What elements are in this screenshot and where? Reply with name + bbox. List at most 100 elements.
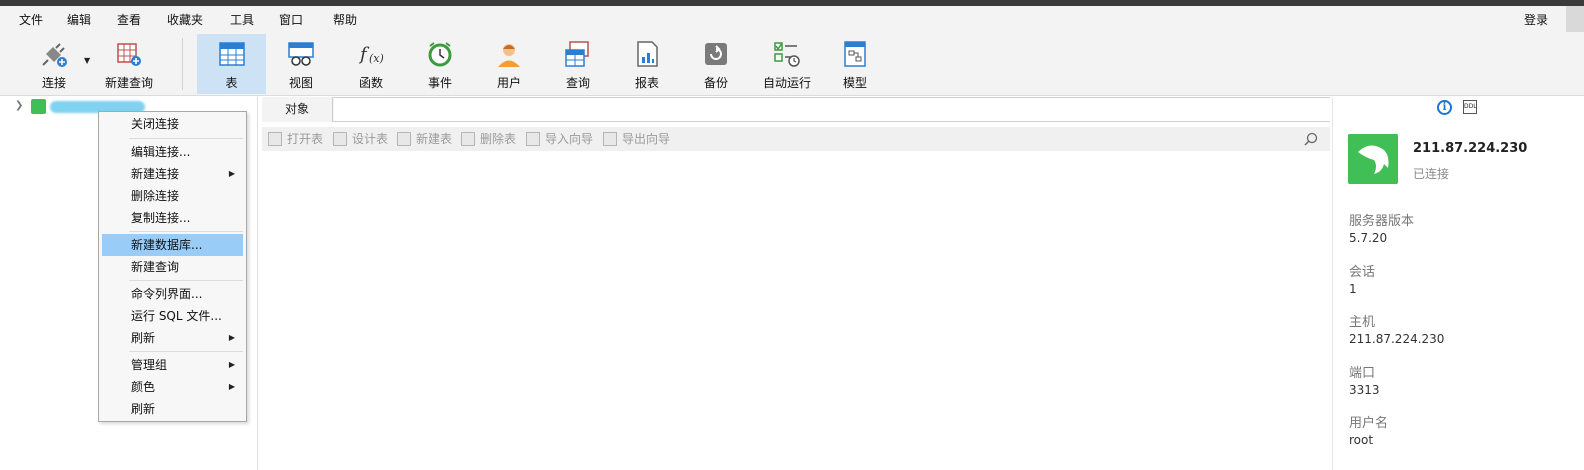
menu-help[interactable]: 帮助 bbox=[333, 11, 357, 28]
event-label: 事件 bbox=[427, 76, 452, 90]
prop-key-username: 用户名 bbox=[1349, 416, 1389, 431]
delete-table-icon bbox=[461, 132, 475, 146]
submenu-arrow-icon: ▶ bbox=[228, 382, 235, 391]
export-wizard-button[interactable]: 导出向导 bbox=[603, 131, 670, 147]
query-icon bbox=[565, 41, 589, 67]
context-menu: 关闭连接 编辑连接... 新建连接 ▶ 删除连接 复制连接... 新建数据库...… bbox=[98, 111, 247, 422]
design-table-button[interactable]: 设计表 bbox=[333, 131, 388, 147]
tab-objects[interactable]: 对象 bbox=[262, 97, 333, 122]
plug-icon bbox=[42, 43, 67, 67]
ctx-separator bbox=[129, 280, 243, 281]
mysql-connection-icon bbox=[31, 99, 46, 114]
ctx-new-connection[interactable]: 新建连接 ▶ bbox=[102, 163, 243, 185]
login-button[interactable]: 登录 bbox=[1524, 11, 1548, 28]
table-icon bbox=[218, 42, 245, 66]
user-label: 用户 bbox=[496, 76, 521, 90]
ctx-manage-group[interactable]: 管理组 ▶ bbox=[102, 354, 243, 376]
view-button[interactable]: 视图 bbox=[270, 34, 332, 94]
backup-button[interactable]: 备份 bbox=[685, 34, 747, 94]
export-icon bbox=[603, 132, 617, 146]
clock-icon bbox=[428, 42, 452, 67]
main-toolbar: 连接 ▼ 新建查询 表 视图 f (x) 函数 事件 用户 查询 报表 备份 自… bbox=[0, 32, 1584, 96]
open-table-icon bbox=[268, 132, 282, 146]
submenu-arrow-icon: ▶ bbox=[228, 360, 235, 369]
host-title: 211.87.224.230 bbox=[1413, 141, 1528, 156]
chevron-right-icon[interactable]: ❯ bbox=[15, 100, 23, 111]
toolbar-separator bbox=[182, 38, 183, 90]
query-label: 查询 bbox=[565, 76, 590, 90]
delete-table-button[interactable]: 删除表 bbox=[461, 131, 516, 147]
menu-window[interactable]: 窗口 bbox=[279, 11, 303, 28]
svg-text:(x): (x) bbox=[369, 52, 384, 65]
object-toolbar: 打开表 设计表 新建表 删除表 导入向导 导出向导 bbox=[262, 127, 1330, 151]
model-button[interactable]: 模型 bbox=[824, 34, 886, 94]
ctx-run-sql-file[interactable]: 运行 SQL 文件... bbox=[102, 305, 243, 327]
prop-value-host: 211.87.224.230 bbox=[1349, 332, 1445, 346]
new-query-button[interactable]: 新建查询 bbox=[98, 34, 160, 94]
submenu-arrow-icon: ▶ bbox=[228, 169, 235, 178]
avatar[interactable] bbox=[1566, 6, 1584, 32]
new-table-icon bbox=[397, 132, 411, 146]
user-button[interactable]: 用户 bbox=[478, 34, 540, 94]
ctx-copy-connection[interactable]: 复制连接... bbox=[102, 207, 243, 229]
backup-icon bbox=[705, 43, 727, 65]
ctx-new-database[interactable]: 新建数据库... bbox=[102, 234, 243, 256]
user-icon bbox=[498, 44, 520, 67]
ctx-edit-connection[interactable]: 编辑连接... bbox=[102, 141, 243, 163]
menu-favorites[interactable]: 收藏夹 bbox=[167, 11, 203, 28]
tab-strip-empty bbox=[334, 97, 1330, 121]
open-table-button[interactable]: 打开表 bbox=[268, 131, 323, 147]
report-label: 报表 bbox=[634, 76, 659, 90]
automation-label: 自动运行 bbox=[762, 76, 811, 90]
prop-key-server-version: 服务器版本 bbox=[1349, 214, 1415, 229]
menu-edit[interactable]: 编辑 bbox=[67, 11, 91, 28]
function-label: 函数 bbox=[358, 76, 383, 90]
connect-button[interactable]: 连接 bbox=[24, 34, 84, 94]
prop-value-server-version: 5.7.20 bbox=[1349, 231, 1388, 245]
mysql-dolphin-icon bbox=[1348, 134, 1398, 184]
menu-view[interactable]: 查看 bbox=[117, 11, 141, 28]
ctx-new-query[interactable]: 新建查询 bbox=[102, 256, 243, 278]
ctx-separator bbox=[129, 138, 243, 139]
ctx-color[interactable]: 颜色 ▶ bbox=[102, 376, 243, 398]
table-button[interactable]: 表 bbox=[197, 34, 266, 94]
query-button[interactable]: 查询 bbox=[547, 34, 609, 94]
ctx-separator bbox=[129, 351, 243, 352]
ctx-command-line[interactable]: 命令列界面... bbox=[102, 283, 243, 305]
connect-label: 连接 bbox=[41, 76, 66, 90]
ctx-refresh-sub[interactable]: 刷新 ▶ bbox=[102, 327, 243, 349]
event-button[interactable]: 事件 bbox=[409, 34, 471, 94]
menu-file[interactable]: 文件 bbox=[19, 11, 43, 28]
import-icon bbox=[526, 132, 540, 146]
model-label: 模型 bbox=[842, 76, 867, 90]
view-label: 视图 bbox=[288, 76, 313, 90]
automation-icon bbox=[774, 42, 800, 67]
model-icon bbox=[844, 41, 866, 67]
report-button[interactable]: 报表 bbox=[616, 34, 678, 94]
objects-pane: 对象 打开表 设计表 新建表 删除表 导入向导 导出向导 bbox=[262, 97, 1330, 470]
function-icon: f (x) bbox=[358, 44, 384, 65]
info-icon[interactable]: i bbox=[1437, 100, 1452, 115]
submenu-arrow-icon: ▶ bbox=[228, 333, 235, 342]
prop-value-port: 3313 bbox=[1349, 383, 1380, 397]
ctx-refresh[interactable]: 刷新 bbox=[102, 398, 243, 420]
design-table-icon bbox=[333, 132, 347, 146]
report-icon bbox=[637, 41, 658, 67]
prop-key-host: 主机 bbox=[1349, 315, 1376, 330]
connect-dropdown-icon[interactable]: ▼ bbox=[84, 56, 90, 65]
backup-label: 备份 bbox=[703, 76, 728, 90]
ctx-delete-connection[interactable]: 删除连接 bbox=[102, 185, 243, 207]
import-wizard-button[interactable]: 导入向导 bbox=[526, 131, 593, 147]
new-query-label: 新建查询 bbox=[104, 76, 153, 90]
prop-value-username: root bbox=[1349, 433, 1374, 447]
prop-value-sessions: 1 bbox=[1349, 282, 1357, 296]
ddl-icon[interactable]: DDL bbox=[1463, 100, 1477, 114]
function-button[interactable]: f (x) 函数 bbox=[340, 34, 402, 94]
new-table-button[interactable]: 新建表 bbox=[397, 131, 452, 147]
ctx-close-connection[interactable]: 关闭连接 bbox=[102, 113, 243, 135]
automation-button[interactable]: 自动运行 bbox=[756, 34, 818, 94]
connection-status: 已连接 bbox=[1413, 167, 1450, 181]
table-label: 表 bbox=[225, 76, 238, 90]
menu-tools[interactable]: 工具 bbox=[230, 11, 254, 28]
search-icon[interactable] bbox=[1304, 132, 1318, 146]
